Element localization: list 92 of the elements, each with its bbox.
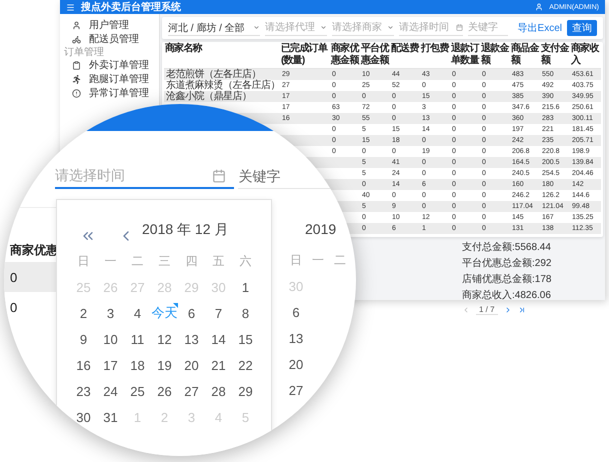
select-field[interactable]: 河北 / 廊坊 / 全部 <box>168 20 260 36</box>
runner-icon <box>72 74 81 84</box>
column-header: 平台优惠金额 <box>360 42 390 68</box>
calendar-day[interactable]: 16 <box>70 352 97 378</box>
calendar-day[interactable]: 8 <box>232 300 259 326</box>
column-header: 配送费 <box>390 42 420 56</box>
caret-icon <box>387 24 394 31</box>
export-link[interactable]: 导出Excel <box>518 21 562 35</box>
user-icon <box>72 20 81 30</box>
sidebar-item[interactable]: 外卖订单管理 <box>60 58 159 72</box>
calendar-day[interactable]: 23 <box>70 378 97 404</box>
calendar-day[interactable]: 30 <box>70 404 97 430</box>
sidebar-item[interactable]: 跑腿订单管理 <box>60 72 159 86</box>
sidebar-item[interactable]: 用户管理 <box>60 18 159 32</box>
calendar-day[interactable]: 24 <box>97 378 124 404</box>
column-header: 商家优惠金额 <box>330 42 360 68</box>
column-header: 商家收入 <box>570 42 600 68</box>
calendar-icon <box>456 24 463 31</box>
calendar-day[interactable]: 29 <box>232 378 259 404</box>
date-field[interactable]: 请选择时间 <box>55 163 234 189</box>
calendar-day[interactable]: 28 <box>205 378 232 404</box>
bicycle-icon <box>72 34 81 44</box>
calendar-day[interactable]: 7 <box>205 300 232 326</box>
calendar-day[interactable]: 19 <box>151 352 178 378</box>
summary-total: 支付总金额:5568.44 <box>462 240 551 254</box>
sidebar-item[interactable]: 配送员管理 <box>60 32 159 46</box>
calendar-day[interactable]: 17 <box>97 352 124 378</box>
calendar-day[interactable]: 25 <box>124 378 151 404</box>
caret-icon <box>320 24 327 31</box>
calendar-day[interactable]: 20 <box>178 352 205 378</box>
calendar-day[interactable]: 14 <box>205 326 232 352</box>
calendar-day[interactable]: 4 <box>124 300 151 326</box>
calendar-day[interactable]: 13 <box>285 325 307 351</box>
column-header: 商家名称 <box>164 42 204 56</box>
app-title: 搜点外卖后台管理系统 <box>81 0 182 14</box>
weekday-label: 一 <box>311 252 325 268</box>
menu-icon[interactable] <box>66 2 75 12</box>
user-icon <box>535 3 544 11</box>
table-cell: 0 <box>4 262 56 292</box>
query-button[interactable]: 查询 <box>567 20 597 36</box>
last-page-icon[interactable] <box>518 306 526 314</box>
sidebar-heading: 订单管理 <box>63 46 105 58</box>
calendar-day[interactable]: 26 <box>151 378 178 404</box>
shop-name-cell-text: 老范煎饼（左各庄店） <box>165 69 261 80</box>
calendar-day[interactable]: 11 <box>124 326 151 352</box>
calendar-day[interactable]: 15 <box>232 326 259 352</box>
calendar-day[interactable]: 31 <box>97 404 124 430</box>
calendar-day[interactable]: 10 <box>97 326 124 352</box>
page-indicator: 1 / 7 <box>476 305 498 315</box>
keyword-field[interactable]: 关键字 <box>238 163 356 189</box>
column-header: 支付金额 <box>540 42 570 68</box>
clipboard-icon <box>72 60 81 70</box>
calendar-day[interactable]: 27 <box>285 377 307 403</box>
weekday-label: 二 <box>130 252 144 270</box>
weekday-label: 二 <box>333 252 347 268</box>
calendar-day[interactable]: 1 <box>232 274 259 300</box>
weekday-label: 一 <box>104 252 118 270</box>
calendar-day[interactable]: 12 <box>151 326 178 352</box>
sidebar-item[interactable]: 异常订单管理 <box>60 86 159 100</box>
weekday-label: 日 <box>289 252 303 268</box>
calendar-title: 2019 <box>304 220 338 239</box>
calendar-day[interactable]: 22 <box>232 352 259 378</box>
weekday-label: 六 <box>238 252 252 270</box>
calendar-day[interactable]: 3 <box>97 300 124 326</box>
summary-total: 店铺优惠总金额:178 <box>462 272 552 286</box>
caret-icon <box>253 24 260 31</box>
column-header: 打包费 <box>420 42 450 56</box>
shop-name-cell-text: 东道煮麻辣烫（左各庄店） <box>165 80 280 91</box>
select-field[interactable]: 请选择代理 <box>265 20 327 36</box>
calendar-day[interactable]: 18 <box>124 352 151 378</box>
weekday-label: 三 <box>158 252 172 270</box>
calendar-day[interactable]: 20 <box>285 351 307 377</box>
calendar-day[interactable]: 13 <box>178 326 205 352</box>
column-header: 退款订单数量 <box>450 42 480 68</box>
calendar-day[interactable]: 2 <box>70 300 97 326</box>
calendar-title: 2018 年 12 月 <box>142 221 228 239</box>
column-header: 退款金额 <box>480 42 510 68</box>
calendar-day[interactable]: 27 <box>178 378 205 404</box>
weekday-label: 日 <box>76 252 90 270</box>
summary-total: 商家总收入:4826.06 <box>462 288 551 302</box>
weekday-label: 四 <box>184 252 198 270</box>
shop-name-cell-text: 沧鑫小院（鼎星店） <box>165 91 252 102</box>
summary-total: 平台优惠总金额:292 <box>462 256 552 270</box>
calendar-day[interactable]: 21 <box>205 352 232 378</box>
calendar-icon <box>212 169 226 183</box>
calendar-day[interactable]: 6 <box>285 299 307 325</box>
alert-icon <box>72 88 81 98</box>
calendar-day[interactable]: 6 <box>178 300 205 326</box>
weekday-label: 五 <box>212 252 226 270</box>
column-header: 商品金额 <box>510 42 540 68</box>
column-header: 已完成订单(数量) <box>280 42 329 68</box>
calendar-day[interactable]: 9 <box>70 326 97 352</box>
